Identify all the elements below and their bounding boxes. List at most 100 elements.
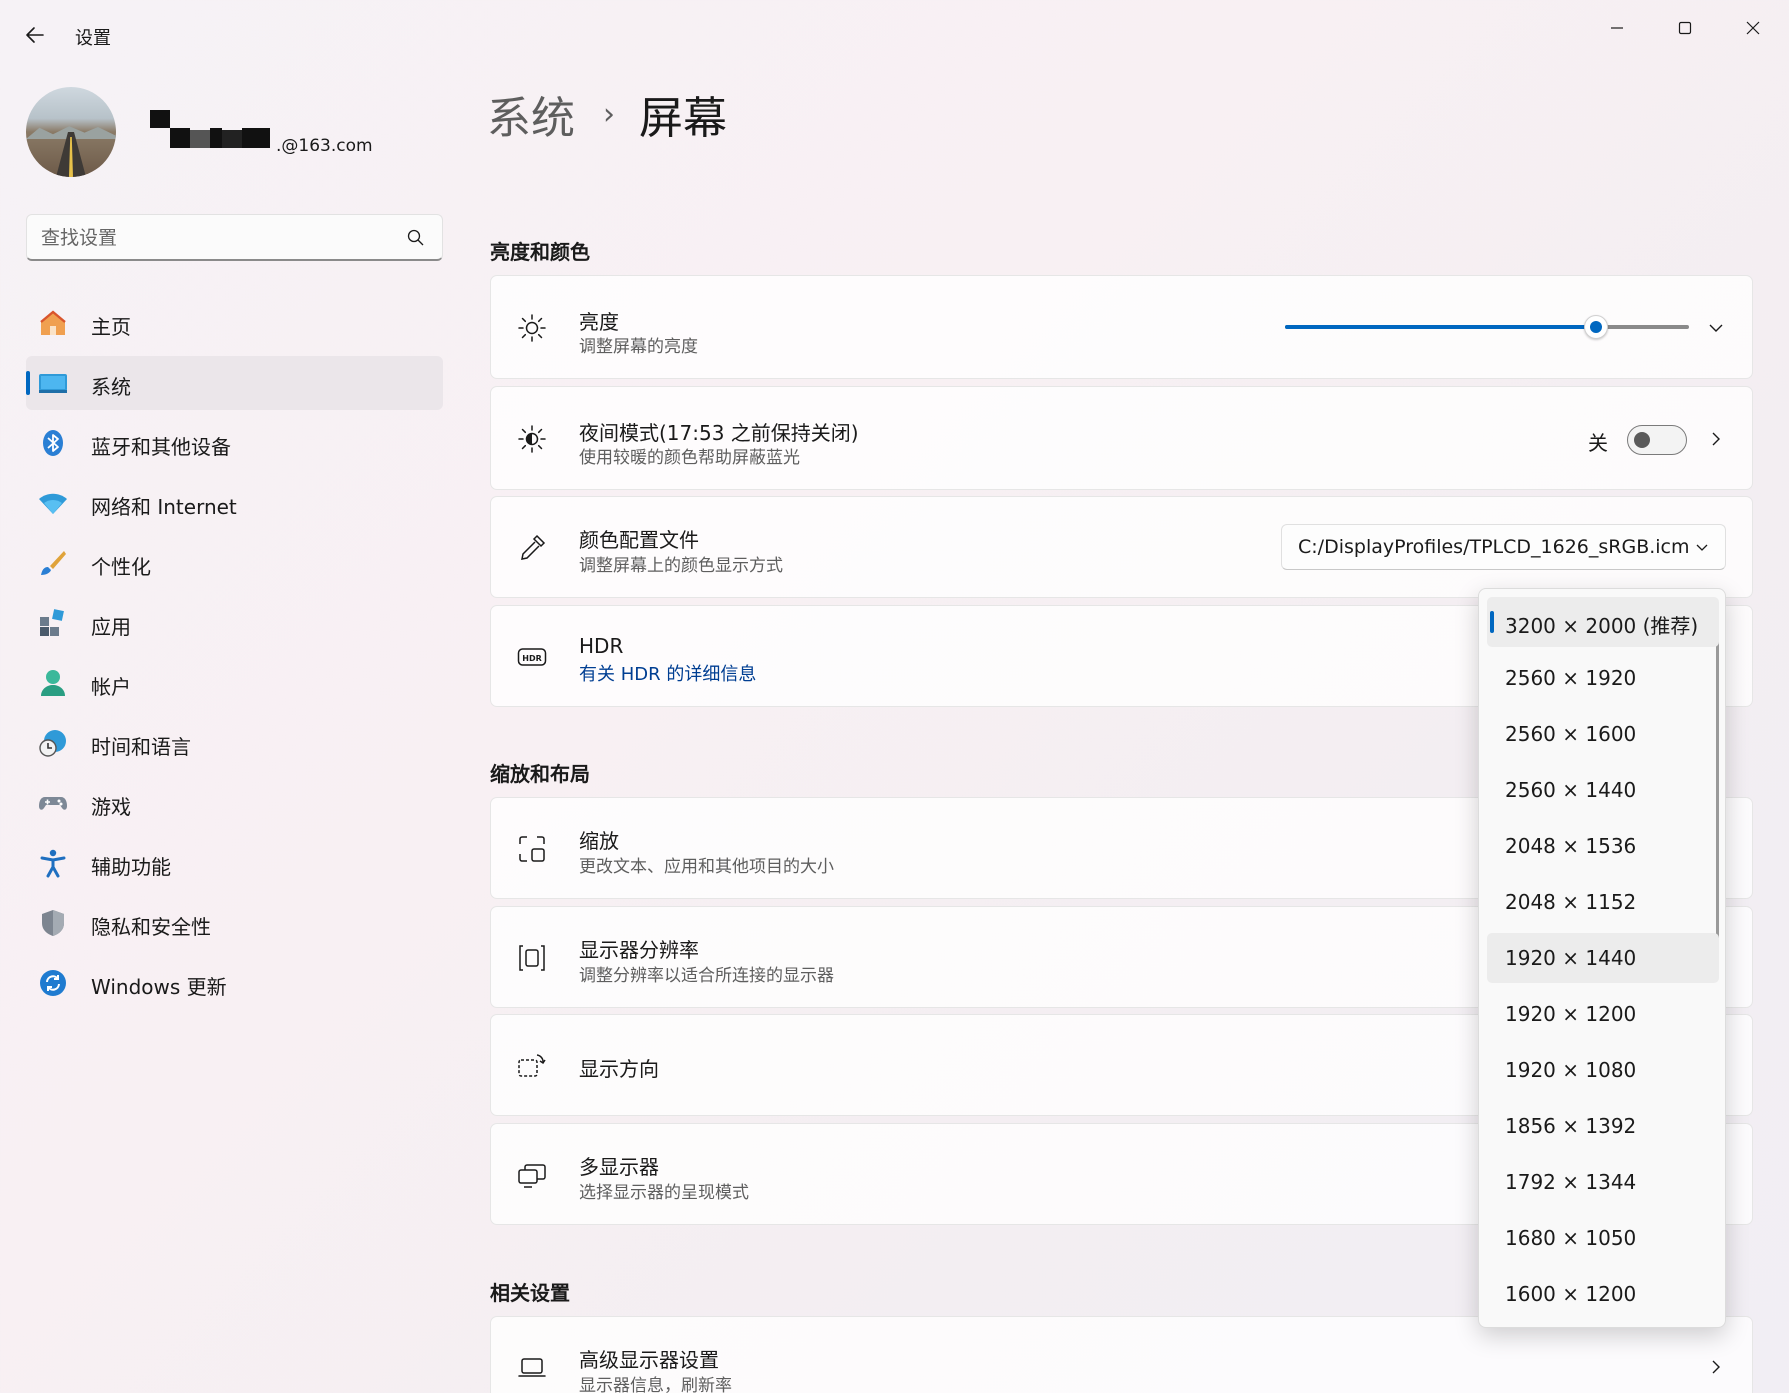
- avatar[interactable]: [26, 87, 116, 177]
- maximize-button[interactable]: [1655, 8, 1715, 48]
- resolution-option-label: 1920 × 1080: [1505, 1058, 1637, 1082]
- orientation-title: 显示方向: [579, 1057, 659, 1081]
- laptop-icon: [518, 1358, 546, 1377]
- resolution-option[interactable]: 2560 × 1440: [1487, 765, 1719, 815]
- sidebar-item-label: 游戏: [91, 795, 131, 819]
- sidebar-item-time-language[interactable]: 时间和语言: [26, 716, 443, 770]
- sidebar-item-label: 蓝牙和其他设备: [91, 435, 231, 459]
- sidebar-item-system[interactable]: 系统: [26, 356, 443, 410]
- sidebar-item-accessibility[interactable]: 辅助功能: [26, 836, 443, 890]
- resolution-option[interactable]: 2048 × 1536: [1487, 821, 1719, 871]
- resolution-option-label: 2560 × 1600: [1505, 722, 1637, 746]
- minimize-button[interactable]: [1587, 8, 1647, 48]
- brightness-slider-fill: [1285, 325, 1597, 329]
- sidebar-item-windows-update[interactable]: Windows 更新: [26, 956, 443, 1010]
- hdr-details-link[interactable]: 有关 HDR 的详细信息: [579, 660, 756, 686]
- brightness-card[interactable]: 亮度 调整屏幕的亮度: [490, 275, 1753, 379]
- resolution-option-label: 1680 × 1050: [1505, 1226, 1637, 1250]
- resolution-option[interactable]: 1920 × 1200: [1487, 989, 1719, 1039]
- close-icon: [1746, 21, 1760, 35]
- sidebar-item-bluetooth[interactable]: 蓝牙和其他设备: [26, 416, 443, 470]
- chevron-down-icon: [1696, 544, 1708, 551]
- advanced-display-title: 高级显示器设置: [579, 1348, 719, 1372]
- sidebar-item-home[interactable]: 主页: [26, 296, 443, 350]
- chevron-right-icon[interactable]: [1708, 1359, 1724, 1375]
- home-icon: [40, 310, 66, 335]
- sidebar-item-label: 辅助功能: [91, 855, 171, 879]
- resolution-option-label: 2048 × 1152: [1505, 890, 1637, 914]
- svg-text:HDR: HDR: [522, 654, 542, 663]
- color-profile-card[interactable]: 颜色配置文件 调整屏幕上的颜色显示方式 C:/DisplayProfiles/T…: [490, 496, 1753, 598]
- resolution-option[interactable]: 1792 × 1344: [1487, 1157, 1719, 1207]
- resolution-option[interactable]: 2560 × 1920: [1487, 653, 1719, 703]
- profile-email: .@163.com: [276, 136, 373, 156]
- chevron-down-icon[interactable]: [1708, 320, 1724, 336]
- color-profile-select-value: C:/DisplayProfiles/TPLCD_1626_sRGB.icm: [1298, 536, 1690, 558]
- resolution-option[interactable]: 2560 × 1600: [1487, 709, 1719, 759]
- brightness-slider[interactable]: [1285, 315, 1689, 339]
- wifi-icon: [39, 493, 67, 514]
- arrow-left-icon: [26, 27, 44, 43]
- color-profile-select[interactable]: C:/DisplayProfiles/TPLCD_1626_sRGB.icm: [1281, 524, 1726, 570]
- sidebar-item-personalization[interactable]: 个性化: [26, 536, 443, 590]
- resolution-option-label: 1920 × 1440: [1505, 946, 1637, 970]
- sidebar-item-label: 时间和语言: [91, 735, 191, 759]
- night-light-icon: [518, 425, 546, 453]
- resolution-subtitle: 调整分辨率以适合所连接的显示器: [579, 966, 834, 986]
- sidebar-item-privacy[interactable]: 隐私和安全性: [26, 896, 443, 950]
- resolution-option-label: 2560 × 1440: [1505, 778, 1637, 802]
- clock-globe-icon: [39, 730, 66, 757]
- night-mode-card[interactable]: 夜间模式(17:53 之前保持关闭) 使用较暖的颜色帮助屏蔽蓝光 关: [490, 386, 1753, 490]
- multi-display-subtitle: 选择显示器的呈现模式: [579, 1183, 749, 1203]
- close-button[interactable]: [1723, 8, 1783, 48]
- resolution-option-label: 1856 × 1392: [1505, 1114, 1637, 1138]
- resolution-option-label: 1920 × 1200: [1505, 1002, 1637, 1026]
- sidebar-item-gaming[interactable]: 游戏: [26, 776, 443, 830]
- eyedropper-icon: [521, 534, 546, 560]
- night-mode-toggle[interactable]: [1627, 425, 1687, 455]
- back-button[interactable]: [20, 20, 50, 50]
- sidebar-item-label: 帐户: [91, 675, 131, 699]
- sidebar-item-label: 网络和 Internet: [91, 495, 237, 519]
- section-title-related: 相关设置: [490, 1281, 570, 1305]
- sidebar-item-accounts[interactable]: 帐户: [26, 656, 443, 710]
- resolution-dropdown[interactable]: 3200 × 2000 (推荐) 2560 × 1920 2560 × 1600 25…: [1478, 588, 1726, 1328]
- minimize-icon: [1611, 27, 1623, 29]
- resolution-option[interactable]: 1920 × 1440: [1487, 933, 1719, 983]
- sidebar-item-label: 隐私和安全性: [91, 915, 211, 939]
- chevron-right-icon[interactable]: [1708, 431, 1724, 447]
- brightness-title: 亮度: [579, 310, 619, 334]
- color-profile-subtitle: 调整屏幕上的颜色显示方式: [579, 556, 783, 576]
- search-icon[interactable]: [406, 228, 426, 248]
- page-title: 屏幕: [639, 93, 727, 144]
- sidebar-item-label: 系统: [91, 375, 131, 399]
- breadcrumb-separator: ›: [603, 96, 615, 132]
- resolution-option-label: 3200 × 2000 (推荐): [1505, 614, 1699, 638]
- search-box[interactable]: [26, 214, 443, 261]
- resolution-option[interactable]: 3200 × 2000 (推荐): [1487, 597, 1719, 647]
- brightness-slider-thumb[interactable]: [1584, 315, 1609, 339]
- scale-subtitle: 更改文本、应用和其他项目的大小: [579, 857, 834, 877]
- apps-icon: [40, 609, 64, 636]
- breadcrumb-parent[interactable]: 系统: [487, 82, 575, 146]
- resolution-option[interactable]: 1856 × 1392: [1487, 1101, 1719, 1151]
- bluetooth-icon: [43, 430, 63, 456]
- app-title: 设置: [75, 28, 111, 49]
- resolution-option-label: 1600 × 1200: [1505, 1282, 1637, 1306]
- resolution-option-label: 2048 × 1536: [1505, 834, 1637, 858]
- sidebar-item-label: 应用: [91, 615, 131, 639]
- sidebar-item-apps[interactable]: 应用: [26, 596, 443, 650]
- sidebar-item-label: Windows 更新: [91, 975, 227, 999]
- resolution-option[interactable]: 1600 × 1200: [1487, 1269, 1719, 1319]
- search-input[interactable]: [41, 225, 381, 251]
- sidebar-item-network[interactable]: 网络和 Internet: [26, 476, 443, 530]
- night-mode-subtitle: 使用较暖的颜色帮助屏蔽蓝光: [579, 448, 800, 468]
- resolution-option[interactable]: 1920 × 1080: [1487, 1045, 1719, 1095]
- shield-icon: [42, 910, 64, 936]
- rotate-display-icon: [518, 1054, 546, 1077]
- resolution-option[interactable]: 1680 × 1050: [1487, 1213, 1719, 1263]
- section-title-brightness-color: 亮度和颜色: [490, 240, 590, 264]
- resolution-option[interactable]: 2048 × 1152: [1487, 877, 1719, 927]
- resolution-option-label: 2560 × 1920: [1505, 666, 1637, 690]
- night-mode-toggle-label: 关: [1588, 431, 1608, 455]
